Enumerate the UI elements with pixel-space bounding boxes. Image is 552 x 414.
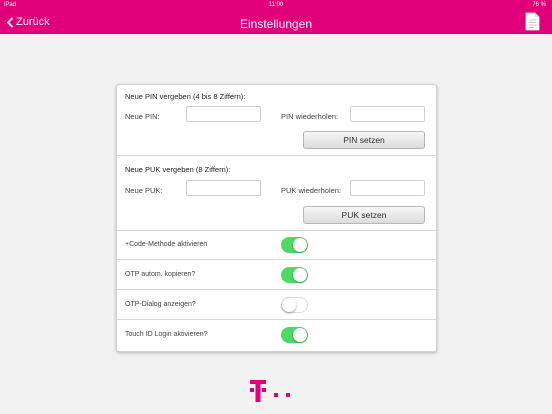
puk-section-title: Neue PUK vergeben (8 Ziffern): xyxy=(125,165,231,174)
pin-section-title: Neue PIN vergeben (4 bis 8 Ziffern): xyxy=(125,92,246,101)
puk-label: Neue PUK: xyxy=(125,186,163,195)
pin-repeat-label: PIN wiederholen: xyxy=(281,112,339,121)
pin-label: Neue PIN: xyxy=(125,112,160,121)
set-puk-button[interactable]: PUK setzen xyxy=(303,206,425,224)
pin-section: Neue PIN vergeben (4 bis 8 Ziffern): Neu… xyxy=(117,85,436,156)
toggle-row-code-method: +Code-Methode aktivieren xyxy=(117,231,436,260)
toggle-label: +Code-Methode aktivieren xyxy=(125,241,208,248)
toggle-row-touch-id: Touch ID Login aktivieren? xyxy=(117,321,436,350)
otp-copy-toggle[interactable] xyxy=(281,267,308,283)
pin-input[interactable] xyxy=(186,106,261,122)
status-time: 11:00 xyxy=(268,2,284,8)
set-pin-button[interactable]: PIN setzen xyxy=(303,131,425,149)
navigation-bar: iPad 11:00 76 % Zurück Einstellungen xyxy=(0,0,552,34)
toggle-knob xyxy=(293,268,307,282)
telekom-logo xyxy=(250,380,290,402)
puk-section: Neue PUK vergeben (8 Ziffern): Neue PUK:… xyxy=(117,156,436,231)
toggle-knob xyxy=(282,298,296,312)
status-battery: 76 % xyxy=(532,2,546,8)
status-bar: iPad 11:00 76 % xyxy=(0,0,552,10)
touch-id-toggle[interactable] xyxy=(281,327,308,343)
page-title: Einstellungen xyxy=(239,17,313,31)
toggle-row-otp-dialog: OTP-Dialog anzeigen? xyxy=(117,291,436,320)
puk-input[interactable] xyxy=(186,180,261,196)
toggle-row-otp-copy: OTP autom. kopieren? xyxy=(117,261,436,290)
document-icon[interactable] xyxy=(525,12,540,31)
toggle-knob xyxy=(293,238,307,252)
toggle-knob xyxy=(293,328,307,342)
puk-repeat-input[interactable] xyxy=(350,180,425,196)
settings-card: Neue PIN vergeben (4 bis 8 Ziffern): Neu… xyxy=(116,84,437,352)
code-method-toggle[interactable] xyxy=(281,237,308,253)
toggle-label: OTP-Dialog anzeigen? xyxy=(125,301,196,308)
pin-repeat-input[interactable] xyxy=(350,106,425,122)
puk-repeat-label: PUK wiederholen: xyxy=(281,186,342,195)
toggle-label: OTP autom. kopieren? xyxy=(125,271,196,278)
toggle-label: Touch ID Login aktivieren? xyxy=(125,331,208,338)
otp-dialog-toggle[interactable] xyxy=(281,297,308,313)
